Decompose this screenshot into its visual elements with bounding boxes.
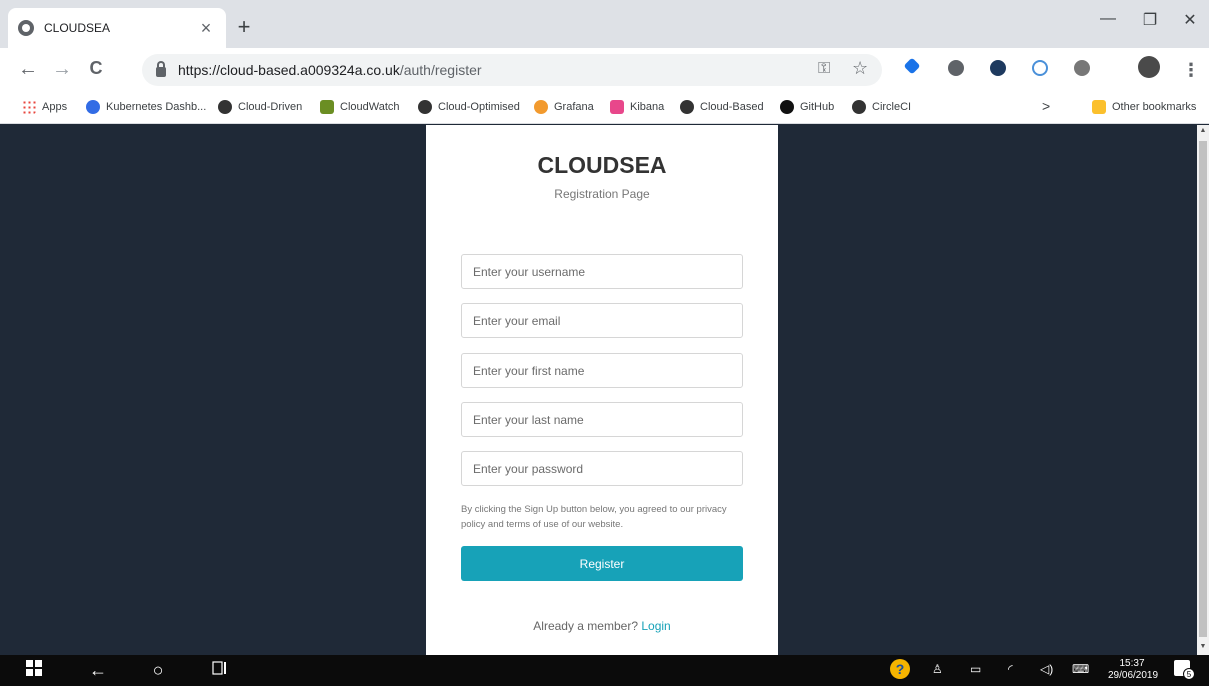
bookmark-cloudwatch[interactable]: CloudWatch [320, 100, 400, 114]
bookmark-cloud-optimised[interactable]: Cloud-Optimised [418, 100, 520, 114]
people-icon[interactable]: ♙ [932, 662, 943, 676]
cloud-icon [418, 100, 432, 114]
terms-text: By clicking the Sign Up button below, yo… [461, 504, 727, 530]
taskbar: ← ○ ? ♙ ▭ ◜ ◁) ⌨ 15:37 29/06/2019 5 [0, 655, 1209, 686]
browser-tab[interactable]: CLOUDSEA × [8, 8, 226, 48]
lock-icon [156, 61, 166, 77]
bookmark-apps[interactable]: Apps [22, 100, 67, 114]
back-arrow-icon[interactable]: ← [86, 660, 110, 681]
extension-icon[interactable] [1074, 60, 1090, 76]
first-name-field[interactable] [461, 353, 743, 388]
email-field[interactable] [461, 303, 743, 338]
battery-icon[interactable]: ▭ [970, 662, 981, 676]
grafana-icon [534, 100, 548, 114]
bookmark-cloud-based[interactable]: Cloud-Based [680, 100, 764, 114]
extension-icon[interactable] [903, 57, 921, 75]
maximize-button[interactable]: ❐ [1140, 10, 1160, 30]
github-icon [780, 100, 794, 114]
window-close-button[interactable]: ✕ [1180, 10, 1200, 30]
avatar[interactable] [1138, 56, 1160, 78]
minimize-button[interactable]: — [1098, 10, 1118, 28]
apps-grid-icon [22, 100, 36, 114]
scroll-up-arrow[interactable]: ▲ [1197, 127, 1209, 134]
notification-count: 5 [1183, 668, 1195, 680]
tab-close-button[interactable]: × [196, 18, 216, 39]
kubernetes-icon [86, 100, 100, 114]
circleci-icon [852, 100, 866, 114]
bookmark-circleci[interactable]: CircleCI [852, 100, 911, 114]
help-icon[interactable]: ? [890, 659, 910, 679]
clock-time: 15:37 [1119, 658, 1145, 669]
password-field[interactable] [461, 451, 743, 486]
bookmark-kibana[interactable]: Kibana [610, 100, 664, 114]
reload-button[interactable]: C [84, 58, 108, 79]
new-tab-button[interactable]: + [234, 14, 254, 40]
bookmark-github[interactable]: GitHub [780, 100, 834, 114]
extension-icon[interactable] [1032, 60, 1048, 76]
key-icon[interactable]: ⚿ [818, 60, 830, 78]
other-bookmarks[interactable]: Other bookmarks [1092, 100, 1196, 114]
extension-icon[interactable] [990, 60, 1006, 76]
star-icon[interactable]: ☆ [852, 58, 868, 79]
browser-title-bar: CLOUDSEA × + — ❐ ✕ [0, 0, 1209, 48]
username-field[interactable] [461, 254, 743, 289]
bookmarks-bar: Apps Kubernetes Dashb... Cloud-Driven Cl… [0, 92, 1209, 124]
scroll-thumb[interactable] [1199, 141, 1207, 637]
forward-button[interactable]: → [50, 58, 74, 81]
search-circle-icon[interactable]: ○ [146, 660, 170, 681]
keyboard-icon[interactable]: ⌨ [1072, 662, 1089, 676]
address-bar[interactable]: https://cloud-based.a009324a.co.uk/auth/… [142, 54, 882, 86]
wifi-icon[interactable]: ◜ [1008, 662, 1013, 676]
taskbar-clock[interactable]: 15:37 29/06/2019 [1108, 658, 1159, 682]
page-background: CLOUDSEA Registration Page By clicking t… [0, 125, 1197, 655]
task-view-icon[interactable] [208, 660, 232, 681]
bookmark-grafana[interactable]: Grafana [534, 100, 594, 114]
volume-icon[interactable]: ◁) [1040, 662, 1053, 676]
page-subtitle: Registration Page [554, 187, 650, 201]
bookmark-cloud-driven[interactable]: Cloud-Driven [218, 100, 302, 114]
registration-card: CLOUDSEA Registration Page By clicking t… [426, 125, 778, 655]
clock-date: 29/06/2019 [1108, 670, 1159, 681]
notification-icon[interactable]: 5 [1174, 660, 1195, 680]
page-scrollbar[interactable]: ▲ ▼ [1197, 125, 1209, 655]
windows-start-icon[interactable] [22, 660, 46, 681]
globe-icon [18, 20, 34, 36]
back-button[interactable]: ← [16, 58, 40, 81]
cloud-icon [680, 100, 694, 114]
bookmarks-overflow-button[interactable]: > [1042, 98, 1050, 114]
login-prompt: Already a member? Login [533, 619, 671, 633]
cloud-icon [218, 100, 232, 114]
bookmark-kubernetes[interactable]: Kubernetes Dashb... [86, 100, 206, 114]
folder-icon [1092, 100, 1106, 114]
brand-title: CLOUDSEA [537, 152, 667, 178]
scroll-down-arrow[interactable]: ▼ [1197, 643, 1209, 650]
tab-title: CLOUDSEA [44, 21, 111, 35]
login-link[interactable]: Login [641, 619, 670, 633]
register-button[interactable]: Register [461, 546, 743, 581]
cloudwatch-icon [320, 100, 334, 114]
last-name-field[interactable] [461, 402, 743, 437]
browser-toolbar: ← → C https://cloud-based.a009324a.co.uk… [0, 48, 1209, 92]
menu-icon[interactable]: ⋮ [1182, 60, 1200, 81]
extension-icon[interactable] [948, 60, 964, 76]
kibana-icon [610, 100, 624, 114]
address-url: https://cloud-based.a009324a.co.uk/auth/… [178, 62, 482, 78]
